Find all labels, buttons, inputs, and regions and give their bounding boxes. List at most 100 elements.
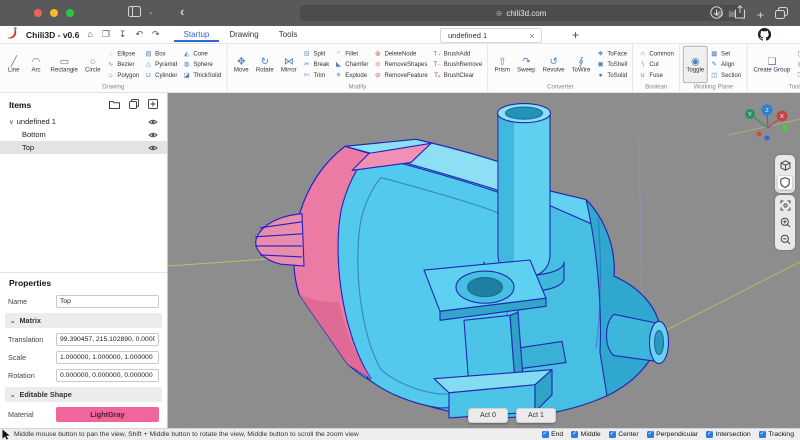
sphere-button[interactable]: ◍Sphere (183, 60, 222, 70)
cone-button[interactable]: ◭Cone (183, 49, 222, 59)
tree-item-bottom[interactable]: Bottom (0, 128, 167, 141)
checkbox-icon[interactable]: ✓ (609, 431, 616, 438)
expand-all-icon[interactable] (148, 99, 158, 111)
visibility-eye-icon[interactable] (148, 144, 158, 152)
new-folder-icon[interactable] (109, 100, 120, 111)
section-button[interactable]: ◫Section (796, 49, 800, 59)
wireframe-mode-icon[interactable] (777, 158, 793, 173)
section-header-editable-shape[interactable]: ⌄Editable Shape (5, 387, 162, 402)
bezier-button[interactable]: ∿Bezier (107, 60, 140, 70)
removeshapes-button[interactable]: ⊖RemoveShapes (374, 60, 428, 70)
section-header-matrix[interactable]: ⌄Matrix (5, 313, 162, 328)
removefeature-button[interactable]: ⊘RemoveFeature (374, 70, 428, 80)
snap-toggle-middle[interactable]: ✓Middle (571, 431, 601, 438)
cut-button[interactable]: ∖Cut (639, 60, 674, 70)
save-icon[interactable]: ↧ (119, 30, 127, 39)
fillet-button[interactable]: ◜Fillet (335, 49, 369, 59)
brushclear-button[interactable]: TₓBrushClear (433, 70, 482, 80)
model-3d[interactable] (168, 93, 800, 428)
home-icon[interactable]: ⌂ (87, 30, 92, 39)
sweep-button[interactable]: ↷Sweep (514, 46, 540, 83)
tree-item-top[interactable]: Top (0, 141, 167, 154)
toface-button[interactable]: ❖ToFace (597, 49, 627, 59)
ellipse-button[interactable]: ◌Ellipse (107, 49, 140, 59)
maximize-window-button[interactable] (66, 9, 74, 17)
polygon-button[interactable]: ⌂Polygon (107, 70, 140, 80)
box-button[interactable]: ▧Box (145, 49, 178, 59)
undo-icon[interactable]: ↶ (135, 30, 143, 39)
checkbox-icon[interactable]: ✓ (647, 431, 654, 438)
rotate-button[interactable]: ↻Rotate (252, 46, 277, 83)
documents-icon[interactable]: ❐ (102, 30, 110, 39)
rotation-input[interactable] (56, 369, 159, 382)
checkbox-icon[interactable]: ✓ (706, 431, 713, 438)
name-input[interactable] (56, 295, 159, 308)
chamfer-button[interactable]: ◣Chamfer (335, 60, 369, 70)
line-button[interactable]: ╱Line (3, 46, 25, 83)
tab-startup[interactable]: Startup (174, 27, 220, 42)
close-window-button[interactable] (34, 9, 42, 17)
rectangle-button[interactable]: ▭Rectangle (47, 46, 81, 83)
tab-overview-icon[interactable] (775, 6, 788, 24)
revolve-button[interactable]: ↺Revolve (539, 46, 568, 83)
minimize-window-button[interactable] (50, 9, 58, 17)
explode-button[interactable]: ✳Explode (335, 70, 369, 80)
address-bar[interactable]: ⊕ chili3d.com ◍ ▤ (300, 5, 742, 21)
snap-toggle-perpendicular[interactable]: ✓Perpendicular (647, 431, 698, 438)
zoom-out-icon[interactable] (777, 232, 793, 247)
brushremove-button[interactable]: T₋BrushRemove (433, 60, 482, 70)
brushadd-button[interactable]: T₊BrushAdd (433, 49, 482, 59)
axis-gizmo[interactable]: Y Z X (740, 101, 792, 145)
visibility-eye-icon[interactable] (148, 131, 158, 139)
fuse-button[interactable]: ∪Fuse (639, 70, 674, 80)
align-button[interactable]: ✎Align (710, 60, 741, 70)
snap-toggle-end[interactable]: ✓End (542, 431, 564, 438)
toggle-button[interactable]: ◉Toggle (683, 46, 708, 83)
checkbox-icon[interactable]: ✓ (542, 431, 549, 438)
tosolid-button[interactable]: ●ToSolid (597, 70, 627, 80)
tab-drawing[interactable]: Drawing (219, 27, 268, 42)
toshell-button[interactable]: ▣ToShell (597, 60, 627, 70)
checkbox-icon[interactable]: ✓ (759, 431, 766, 438)
cylinder-button[interactable]: ⊔Cylinder (145, 70, 178, 80)
tree-item-undefined-1[interactable]: ∨undefined 1 (0, 115, 167, 128)
zoom-in-icon[interactable] (777, 215, 793, 230)
snap-toggle-tracking[interactable]: ✓Tracking (759, 431, 794, 438)
new-document-button[interactable]: + (572, 28, 579, 42)
towire-button[interactable]: ∮ToWire (568, 46, 594, 83)
mirror-button[interactable]: ⋈Mirror (277, 46, 300, 83)
document-tab[interactable]: undefined 1 × (440, 28, 542, 43)
copyshape-button[interactable]: ❐CopyShape (796, 70, 800, 80)
pyramid-button[interactable]: △Pyramid (145, 60, 178, 70)
prism-button[interactable]: ⇧Prism (491, 46, 514, 83)
thicksolid-button[interactable]: ◪ThickSolid (183, 70, 222, 80)
sidebar-toggle-icon[interactable] (128, 6, 141, 17)
redo-icon[interactable]: ↷ (152, 30, 160, 39)
snap-toggle-center[interactable]: ✓Center (609, 431, 639, 438)
offset-button[interactable]: ◎Offset (796, 60, 800, 70)
act-button-1[interactable]: Act 1 (516, 408, 556, 423)
arc-button[interactable]: ◠Arc (25, 46, 47, 83)
deletenode-button[interactable]: ⊗DeleteNode (374, 49, 428, 59)
new-tab-icon[interactable]: + (757, 8, 764, 22)
checkbox-icon[interactable]: ✓ (571, 431, 578, 438)
shaded-mode-icon[interactable] (777, 175, 793, 190)
visibility-eye-icon[interactable] (148, 118, 158, 126)
viewport-3d[interactable]: Y Z X (168, 93, 800, 428)
collapse-all-icon[interactable] (129, 99, 139, 111)
material-value[interactable]: LightGray (56, 407, 159, 422)
downloads-icon[interactable] (710, 6, 723, 24)
act-button-0[interactable]: Act 0 (468, 408, 508, 423)
fit-screen-icon[interactable] (777, 198, 793, 213)
set-button[interactable]: ▦Set (710, 49, 741, 59)
section-button[interactable]: ◫Section (710, 70, 741, 80)
share-icon[interactable] (734, 5, 746, 24)
break-button[interactable]: ✂Break (303, 60, 329, 70)
snap-toggle-intersection[interactable]: ✓Intersection (706, 431, 751, 438)
translation-input[interactable] (56, 333, 159, 346)
trim-button[interactable]: ✄Trim (303, 70, 329, 80)
chevron-down-icon[interactable]: ⌄ (148, 8, 154, 16)
common-button[interactable]: ∩Common (639, 49, 674, 59)
tab-tools[interactable]: Tools (269, 27, 308, 42)
close-document-icon[interactable]: × (529, 31, 534, 41)
